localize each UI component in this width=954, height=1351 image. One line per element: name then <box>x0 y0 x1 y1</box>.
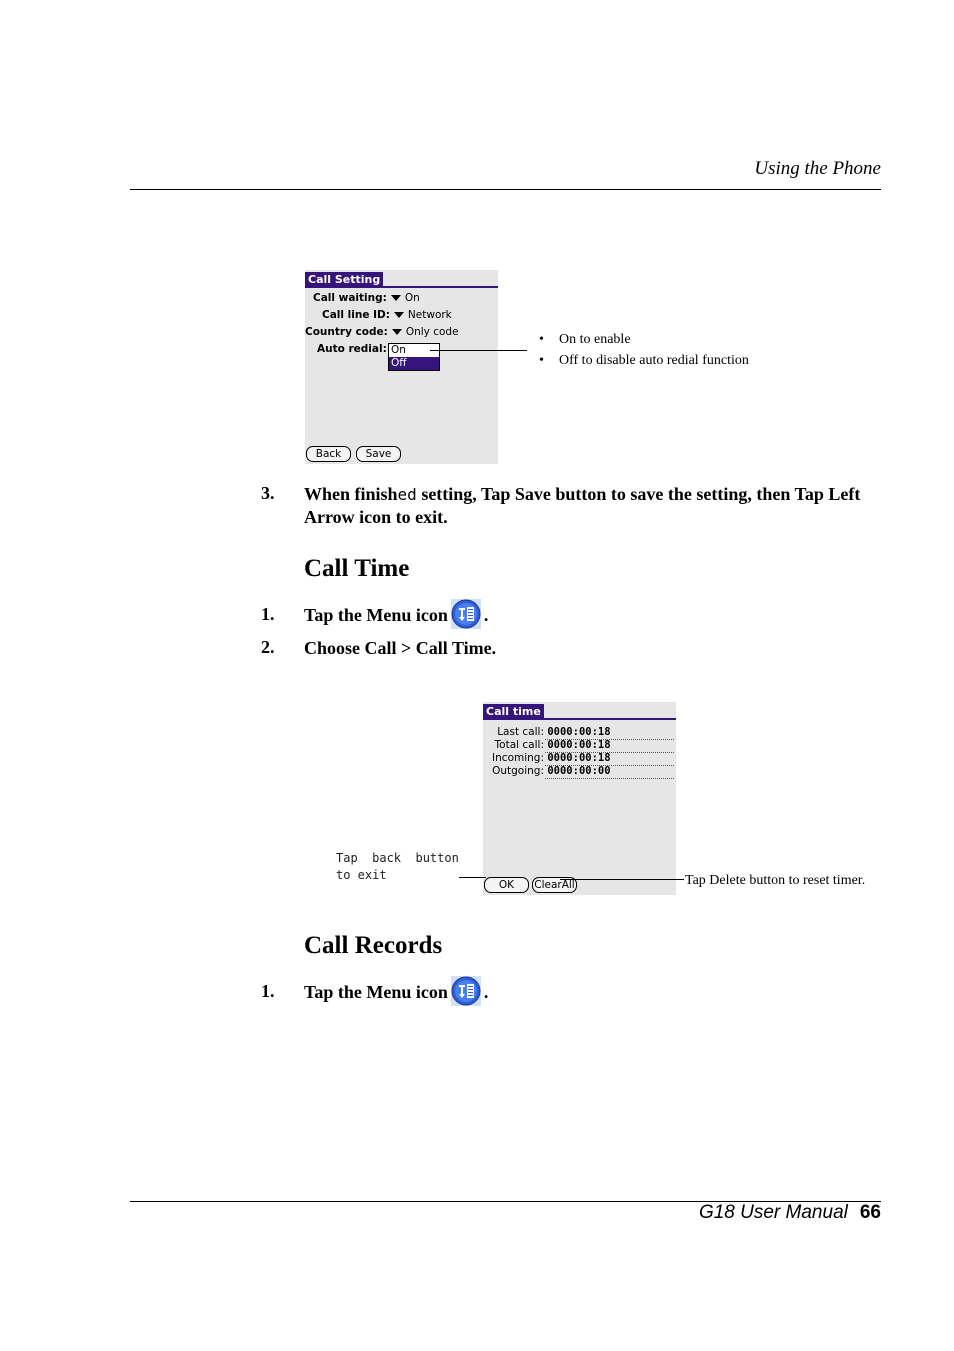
incoming-label: Incoming: <box>492 752 544 764</box>
total-call-value: 0000:00:18 <box>547 739 611 751</box>
step-text: Tap the Menu icon . <box>304 975 489 1006</box>
outgoing-row: Outgoing: 0000:00:00 <box>486 765 611 777</box>
title-underline <box>483 718 676 720</box>
dropdown-arrow-icon[interactable] <box>391 329 402 335</box>
manual-title: G18 User Manual <box>698 1202 848 1223</box>
callout-line <box>459 877 486 878</box>
popup-option-off[interactable]: Off <box>389 357 439 370</box>
ok-button[interactable]: OK <box>484 877 529 893</box>
incoming-value: 0000:00:18 <box>547 752 611 764</box>
clear-button-note: Tap Delete button to reset timer. <box>685 873 866 888</box>
total-call-label: Total call: <box>494 739 544 751</box>
call-setting-screen: Call Setting Call waiting: On Call line I… <box>305 270 498 464</box>
step-number: 1. <box>261 981 275 1001</box>
screen-title: Call time <box>483 704 544 719</box>
step-number: 1. <box>261 604 275 624</box>
call-time-screen: Call time Last call: 0000:00:18 Total ca… <box>483 702 676 895</box>
last-call-row: Last call: 0000:00:18 <box>486 726 611 738</box>
call-waiting-row[interactable]: Call waiting: On <box>313 292 420 304</box>
header-rule <box>130 189 881 190</box>
section-heading: Call Records <box>304 932 443 959</box>
step-text-part: . <box>483 605 489 625</box>
back-button[interactable]: Back <box>306 446 351 462</box>
call-waiting-value[interactable]: On <box>405 292 420 304</box>
step-text: Choose Call > Call Time. <box>304 638 497 658</box>
incoming-row: Incoming: 0000:00:18 <box>486 752 611 764</box>
step-text-part: Tap the Menu icon <box>304 605 448 625</box>
last-call-label: Last call: <box>497 726 544 738</box>
title-underline <box>305 286 498 288</box>
call-line-id-row[interactable]: Call line ID: Network <box>322 309 452 321</box>
country-code-label: Country code: <box>305 326 388 338</box>
dropdown-arrow-icon[interactable] <box>390 295 401 301</box>
step-text: Tap the Menu icon . <box>304 598 489 629</box>
call-line-id-value[interactable]: Network <box>408 309 452 321</box>
call-line-id-label: Call line ID: <box>322 309 390 321</box>
page-number: 66 <box>859 1202 881 1223</box>
country-code-value[interactable]: Only code <box>406 326 459 338</box>
section-heading: Call Time <box>304 555 410 582</box>
note-item: • Off to disable auto redial function <box>539 353 749 368</box>
back-button-note: Tap back button to exit <box>336 851 459 882</box>
step-text-part: . <box>483 982 489 1002</box>
step-number: 3. <box>261 483 275 503</box>
auto-redial-row: Auto redial: <box>317 343 387 355</box>
outgoing-value: 0000:00:00 <box>547 765 611 777</box>
menu-icon <box>450 975 481 1006</box>
last-call-value: 0000:00:18 <box>547 726 611 738</box>
callout-line <box>430 350 527 351</box>
call-waiting-label: Call waiting: <box>313 292 387 304</box>
row-divider <box>545 778 674 779</box>
step-number: 2. <box>261 637 275 657</box>
menu-icon <box>450 598 481 629</box>
step-text-part: ed <box>397 485 417 504</box>
callout-line <box>560 879 684 880</box>
country-code-row[interactable]: Country code: Only code <box>305 326 459 338</box>
outgoing-label: Outgoing: <box>492 765 544 777</box>
note-text: On to enable <box>559 332 631 347</box>
total-call-row: Total call: 0000:00:18 <box>486 739 611 751</box>
save-button[interactable]: Save <box>356 446 401 462</box>
dropdown-arrow-icon[interactable] <box>393 312 404 318</box>
auto-redial-popup[interactable]: On Off <box>388 343 440 371</box>
page-footer: G18 User Manual 66 <box>699 1202 881 1224</box>
screen-title: Call Setting <box>305 272 384 287</box>
running-header: Using the Phone <box>754 158 881 179</box>
auto-redial-label: Auto redial: <box>317 343 387 355</box>
note-text: Off to disable auto redial function <box>559 353 749 368</box>
step-text-part: Tap the Menu icon <box>304 982 448 1002</box>
step-text-part: When finish <box>304 484 398 504</box>
note-item: • On to enable <box>539 332 631 347</box>
step-text: When finished setting, Tap Save button t… <box>304 483 874 529</box>
